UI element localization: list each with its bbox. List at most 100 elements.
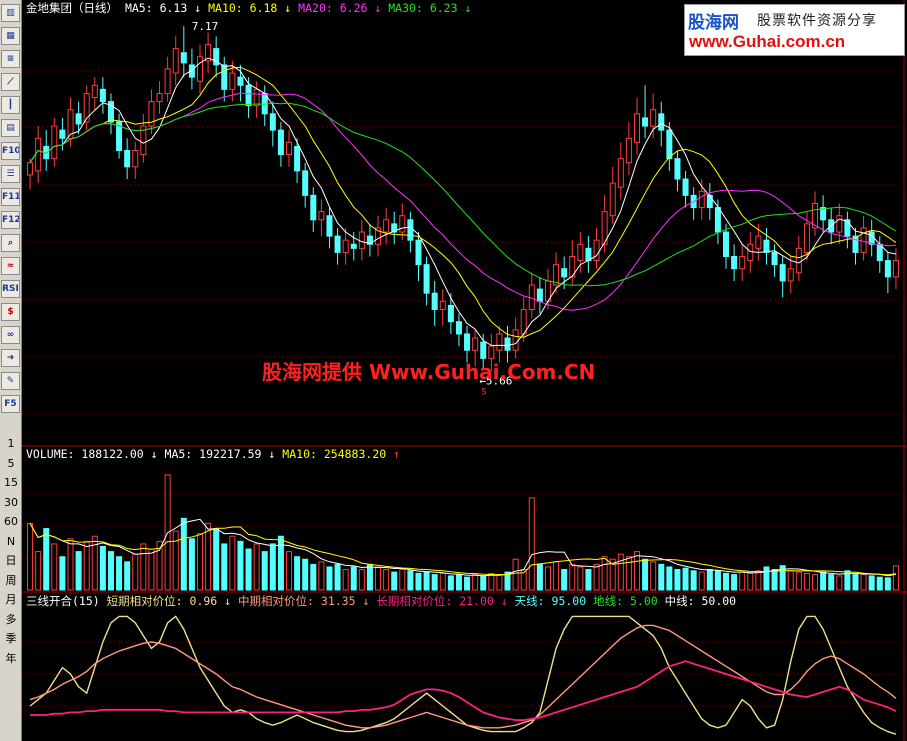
sky-label: 天线:	[514, 594, 545, 608]
period-5[interactable]: N	[0, 534, 22, 550]
period-1[interactable]: 5	[0, 456, 22, 472]
candle-body-85	[714, 207, 721, 233]
candle-body-66	[561, 268, 568, 278]
mid-arrow: ↓	[362, 594, 370, 608]
report-icon[interactable]: ▤	[1, 119, 20, 137]
volume-bar-52	[447, 575, 454, 591]
pen-icon[interactable]: ✎	[1, 372, 20, 390]
center-value: 50.00	[701, 594, 737, 608]
volume-bar-98	[820, 571, 827, 591]
volume-bar-51	[439, 572, 446, 591]
candle-body-18	[172, 48, 179, 74]
candle-body-79	[666, 129, 673, 160]
line-chart-icon[interactable]: ⟋	[1, 73, 20, 91]
volume-bar-90	[755, 570, 762, 591]
volume-bar-18	[172, 530, 179, 591]
sky-value: 95.00	[551, 594, 587, 608]
candle-body-76	[642, 117, 649, 127]
indicator-header: 三线开合(15) 短期相对价位: 0.96 ↓ 中期相对价位: 31.35 ↓ …	[26, 593, 736, 609]
candle-body-100	[836, 215, 843, 233]
volume-bar-46	[399, 569, 406, 591]
volume-bar-22	[205, 522, 212, 591]
period-4[interactable]: 60	[0, 514, 22, 530]
candle-body-74	[625, 137, 632, 164]
search-icon[interactable]: ⌕	[1, 234, 20, 252]
volume-bar-56	[480, 575, 487, 591]
candle-body-31	[277, 129, 284, 156]
candle-body-9	[99, 88, 106, 103]
volume-bar-19	[180, 517, 187, 591]
long-value: 21.00	[459, 594, 494, 608]
volume-bar-27	[245, 548, 252, 591]
price-header: 金地集团（日线） MA5: 6.13 ↓ MA10: 6.18 ↓ MA20: …	[26, 0, 471, 16]
volume-bar-15	[148, 548, 155, 591]
money-icon[interactable]: $	[1, 303, 20, 321]
volume-arrow: ↓	[150, 447, 158, 461]
kline-icon[interactable]: ▥	[1, 4, 20, 22]
period-7[interactable]: 周	[0, 573, 22, 589]
candle-body-37	[326, 215, 333, 237]
volume-bar-104	[868, 575, 875, 591]
long-arrow: ↓	[500, 594, 508, 608]
candle-body-88	[739, 255, 746, 270]
volume-bar-88	[739, 571, 746, 591]
candle-body-83	[698, 190, 705, 209]
volume-bar-36	[318, 561, 325, 591]
candle-icon[interactable]: ┃	[1, 96, 20, 114]
f12-button[interactable]: F12	[1, 211, 20, 229]
f5-button[interactable]: F5	[1, 395, 20, 413]
volume-bar-21	[196, 533, 203, 591]
volume-bar-64	[544, 566, 551, 591]
mid-label: 中期相对价位:	[238, 594, 314, 608]
f10-button[interactable]: F10	[1, 142, 20, 160]
ma30-value: 6.23	[429, 1, 458, 15]
table-icon[interactable]: ▦	[1, 27, 20, 45]
volume-bar-35	[310, 563, 317, 591]
link-icon[interactable]: ∞	[1, 326, 20, 344]
candle-body-89	[747, 243, 754, 262]
candle-body-107	[892, 260, 899, 278]
candle-body-54	[464, 333, 471, 351]
volume-bar-65	[553, 561, 560, 591]
volume-bar-80	[674, 569, 681, 591]
candle-body-94	[787, 268, 794, 282]
candle-body-52	[447, 304, 454, 323]
period-10[interactable]: 季	[0, 631, 22, 647]
period-9[interactable]: 多	[0, 612, 22, 628]
volume-bar-70	[593, 563, 600, 591]
exit-icon[interactable]: ➜	[1, 349, 20, 367]
volume-bar-87	[731, 574, 738, 591]
period-8[interactable]: 月	[0, 592, 22, 608]
volume-bar-79	[666, 566, 673, 591]
volume-bar-1	[35, 551, 42, 591]
period-11[interactable]: 年	[0, 651, 22, 667]
volume-bar-6	[75, 551, 82, 591]
period-6[interactable]: 日	[0, 553, 22, 569]
candle-body-86	[723, 231, 730, 257]
volume-bar-92	[771, 569, 778, 591]
indicator-icon[interactable]: ≈	[1, 257, 20, 275]
f11-button[interactable]: F11	[1, 188, 20, 206]
volume-bar-12	[124, 561, 131, 591]
period-0[interactable]: 1	[0, 436, 22, 452]
volume-bar-3	[51, 543, 58, 591]
volume-bar-47	[407, 570, 414, 591]
candle-body-77	[650, 109, 657, 127]
period-3[interactable]: 30	[0, 495, 22, 511]
volume-bar-50	[431, 574, 438, 591]
candle-body-24	[221, 64, 228, 90]
list-icon[interactable]: ≡	[1, 50, 20, 68]
volume-bar-66	[561, 569, 568, 591]
news-icon[interactable]: ☰	[1, 165, 20, 183]
vol-ma10-value: 254883.20	[323, 447, 387, 461]
vol-ma5-value: 192217.59	[199, 447, 262, 461]
vol-ma10-label: MA10:	[282, 447, 317, 461]
candle-body-3	[51, 125, 58, 160]
short-value: 0.96	[189, 594, 218, 608]
period-2[interactable]: 15	[0, 475, 22, 491]
candle-body-96	[803, 223, 810, 253]
volume-bar-96	[803, 572, 810, 591]
rsi-button[interactable]: RSI	[1, 280, 20, 298]
volume-bar-75	[633, 551, 640, 591]
ground-value: 5.00	[629, 594, 658, 608]
